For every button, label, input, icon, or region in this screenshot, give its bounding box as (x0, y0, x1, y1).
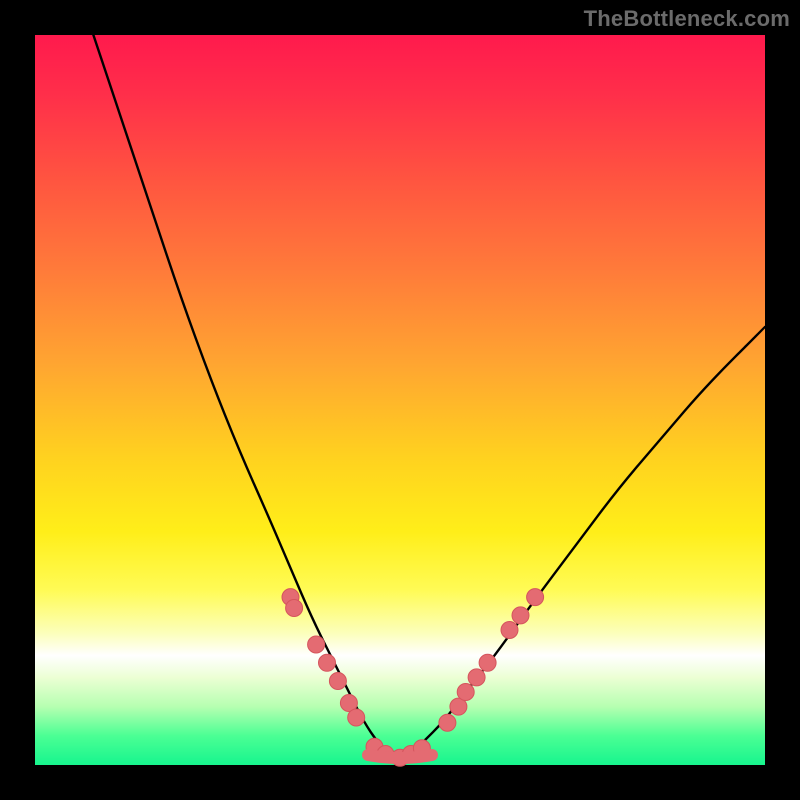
marker-dot (348, 709, 365, 726)
markers-group (282, 589, 544, 767)
chart-frame: TheBottleneck.com (0, 0, 800, 800)
bottom-flat (368, 755, 432, 758)
marker-dot (468, 669, 485, 686)
marker-dot (457, 684, 474, 701)
bottleneck-curve (93, 35, 765, 758)
marker-dot (501, 622, 518, 639)
marker-dot (286, 600, 303, 617)
curve-layer (35, 35, 765, 765)
marker-dot (527, 589, 544, 606)
watermark-text: TheBottleneck.com (584, 6, 790, 32)
marker-dot (439, 714, 456, 731)
marker-dot (308, 636, 325, 653)
marker-dot (319, 654, 336, 671)
marker-dot (329, 673, 346, 690)
marker-dot (479, 654, 496, 671)
marker-dot (512, 607, 529, 624)
plot-area (35, 35, 765, 765)
